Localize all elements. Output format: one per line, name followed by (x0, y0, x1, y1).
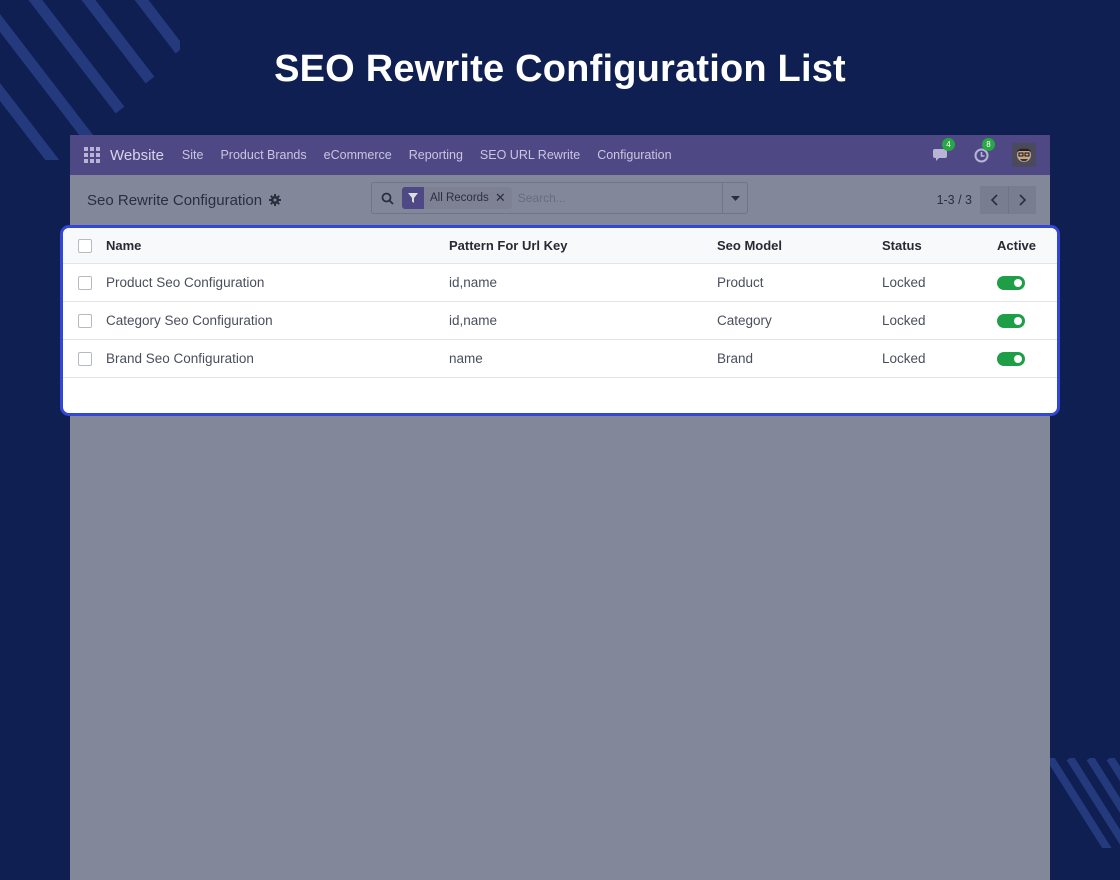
list-view: Name Pattern For Url Key Seo Model Statu… (60, 225, 1060, 416)
facet-label: All Records (430, 192, 489, 204)
column-header-active[interactable]: Active (986, 238, 1046, 253)
avatar[interactable] (1012, 143, 1036, 167)
close-icon[interactable]: ✕ (495, 190, 512, 206)
table-row[interactable]: Product Seo Configuration id,name Produc… (63, 264, 1057, 302)
activities-button[interactable]: 8 (972, 138, 995, 164)
search-options-toggle[interactable] (722, 183, 747, 213)
cell-seo-model: Category (717, 313, 772, 328)
caret-down-icon (730, 195, 740, 201)
column-header-status[interactable]: Status (882, 238, 986, 253)
breadcrumb-current: Seo Rewrite Configuration (87, 191, 263, 209)
pager-value[interactable]: 1-3 / 3 (937, 193, 972, 207)
cell-name: Category Seo Configuration (106, 313, 273, 328)
select-all-checkbox[interactable] (78, 238, 92, 253)
column-header-pattern[interactable]: Pattern For Url Key (449, 238, 717, 253)
cell-status: Locked (882, 351, 926, 366)
cell-seo-model: Product (717, 275, 764, 290)
column-header-seo-model[interactable]: Seo Model (717, 238, 882, 253)
user-avatar-icon (1012, 143, 1036, 167)
cell-pattern: name (449, 351, 483, 366)
column-header-name[interactable]: Name (106, 238, 449, 253)
active-toggle[interactable] (997, 275, 1025, 290)
nav-item-configuration[interactable]: Configuration (597, 148, 671, 162)
pager: 1-3 / 3 (937, 186, 1036, 214)
nav-item-reporting[interactable]: Reporting (409, 148, 463, 162)
messages-badge: 4 (942, 138, 955, 151)
breadcrumb: Seo Rewrite Configuration (87, 191, 282, 209)
pager-previous-button[interactable] (980, 186, 1008, 214)
apps-grid-icon[interactable] (84, 147, 100, 163)
nav-item-seo-url-rewrite[interactable]: SEO URL Rewrite (480, 148, 580, 162)
cell-seo-model: Brand (717, 351, 754, 366)
cell-pattern: id,name (449, 313, 498, 328)
pager-next-button[interactable] (1008, 186, 1036, 214)
search-input[interactable] (517, 191, 708, 205)
page-title: SEO Rewrite Configuration List (274, 48, 846, 90)
chevron-left-icon (990, 194, 998, 206)
cell-status: Locked (882, 275, 926, 290)
row-checkbox[interactable] (78, 313, 92, 328)
filter-icon (402, 187, 424, 209)
row-checkbox[interactable] (78, 351, 92, 366)
chevron-right-icon (1018, 194, 1026, 206)
decorative-stripes-corner (1050, 758, 1120, 848)
active-toggle[interactable] (997, 351, 1025, 366)
cell-pattern: id,name (449, 275, 498, 290)
gear-icon[interactable] (269, 194, 282, 206)
app-name[interactable]: Website (110, 147, 164, 164)
nav-item-ecommerce[interactable]: eCommerce (324, 148, 392, 162)
table-row[interactable]: Brand Seo Configuration name Brand Locke… (63, 340, 1057, 378)
search-icon[interactable] (372, 192, 402, 205)
active-toggle[interactable] (997, 313, 1025, 328)
table-header: Name Pattern For Url Key Seo Model Statu… (63, 228, 1057, 264)
cell-name: Brand Seo Configuration (106, 351, 254, 366)
cell-status: Locked (882, 313, 926, 328)
search-facet: All Records ✕ (402, 187, 512, 209)
top-navbar: Website Site Product Brands eCommerce Re… (70, 135, 1050, 175)
nav-item-site[interactable]: Site (182, 148, 204, 162)
messages-button[interactable]: 4 (932, 138, 955, 164)
activities-badge: 8 (982, 138, 995, 151)
row-checkbox[interactable] (78, 275, 92, 290)
cell-name: Product Seo Configuration (106, 275, 265, 290)
table-row[interactable]: Category Seo Configuration id,name Categ… (63, 302, 1057, 340)
control-panel: Seo Rewrite Configuration All Records ✕ (70, 175, 1050, 225)
nav-item-product-brands[interactable]: Product Brands (220, 148, 306, 162)
search-bar: All Records ✕ (371, 182, 748, 214)
